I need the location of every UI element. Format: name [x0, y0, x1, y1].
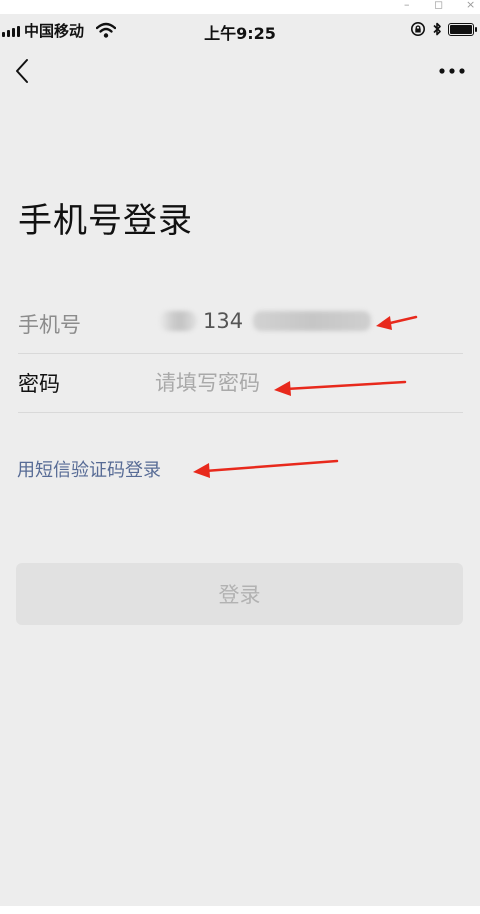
redacted-suffix: [253, 311, 372, 331]
more-dots-icon: [439, 68, 465, 74]
password-row[interactable]: 密码: [18, 355, 463, 413]
password-input[interactable]: [155, 363, 455, 403]
back-button[interactable]: [6, 54, 38, 88]
window-title-strip: – ◻ ×: [0, 0, 480, 14]
phone-row[interactable]: 手机号 134: [18, 296, 463, 354]
sms-code-login-link[interactable]: 用短信验证码登录: [17, 456, 161, 482]
phone-divider: [18, 353, 463, 354]
status-bar: 中国移动 上午9:25: [0, 14, 480, 46]
annotation-arrow-icon: [193, 459, 339, 478]
close-window-icon[interactable]: ×: [466, 0, 475, 11]
status-time: 上午9:25: [204, 24, 276, 43]
phone-visible-digits: 134: [203, 309, 244, 333]
phone-number-field[interactable]: 134: [155, 309, 372, 333]
bluetooth-icon: [433, 22, 441, 36]
password-divider: [18, 412, 463, 413]
orientation-lock-icon: [411, 22, 425, 36]
password-label: 密码: [18, 372, 60, 396]
redacted-prefix: [159, 311, 197, 331]
more-options-button[interactable]: [434, 54, 470, 88]
window-bottom-strip: [0, 906, 480, 914]
login-button[interactable]: 登录: [16, 563, 463, 625]
page-title: 手机号登录: [18, 201, 193, 241]
navigation-bar: [0, 46, 480, 98]
phone-label: 手机号: [18, 313, 81, 337]
maximize-window-icon[interactable]: ◻: [434, 0, 443, 11]
chevron-left-icon: [16, 59, 28, 83]
minimize-window-icon[interactable]: –: [404, 0, 410, 11]
battery-icon: [448, 22, 477, 36]
